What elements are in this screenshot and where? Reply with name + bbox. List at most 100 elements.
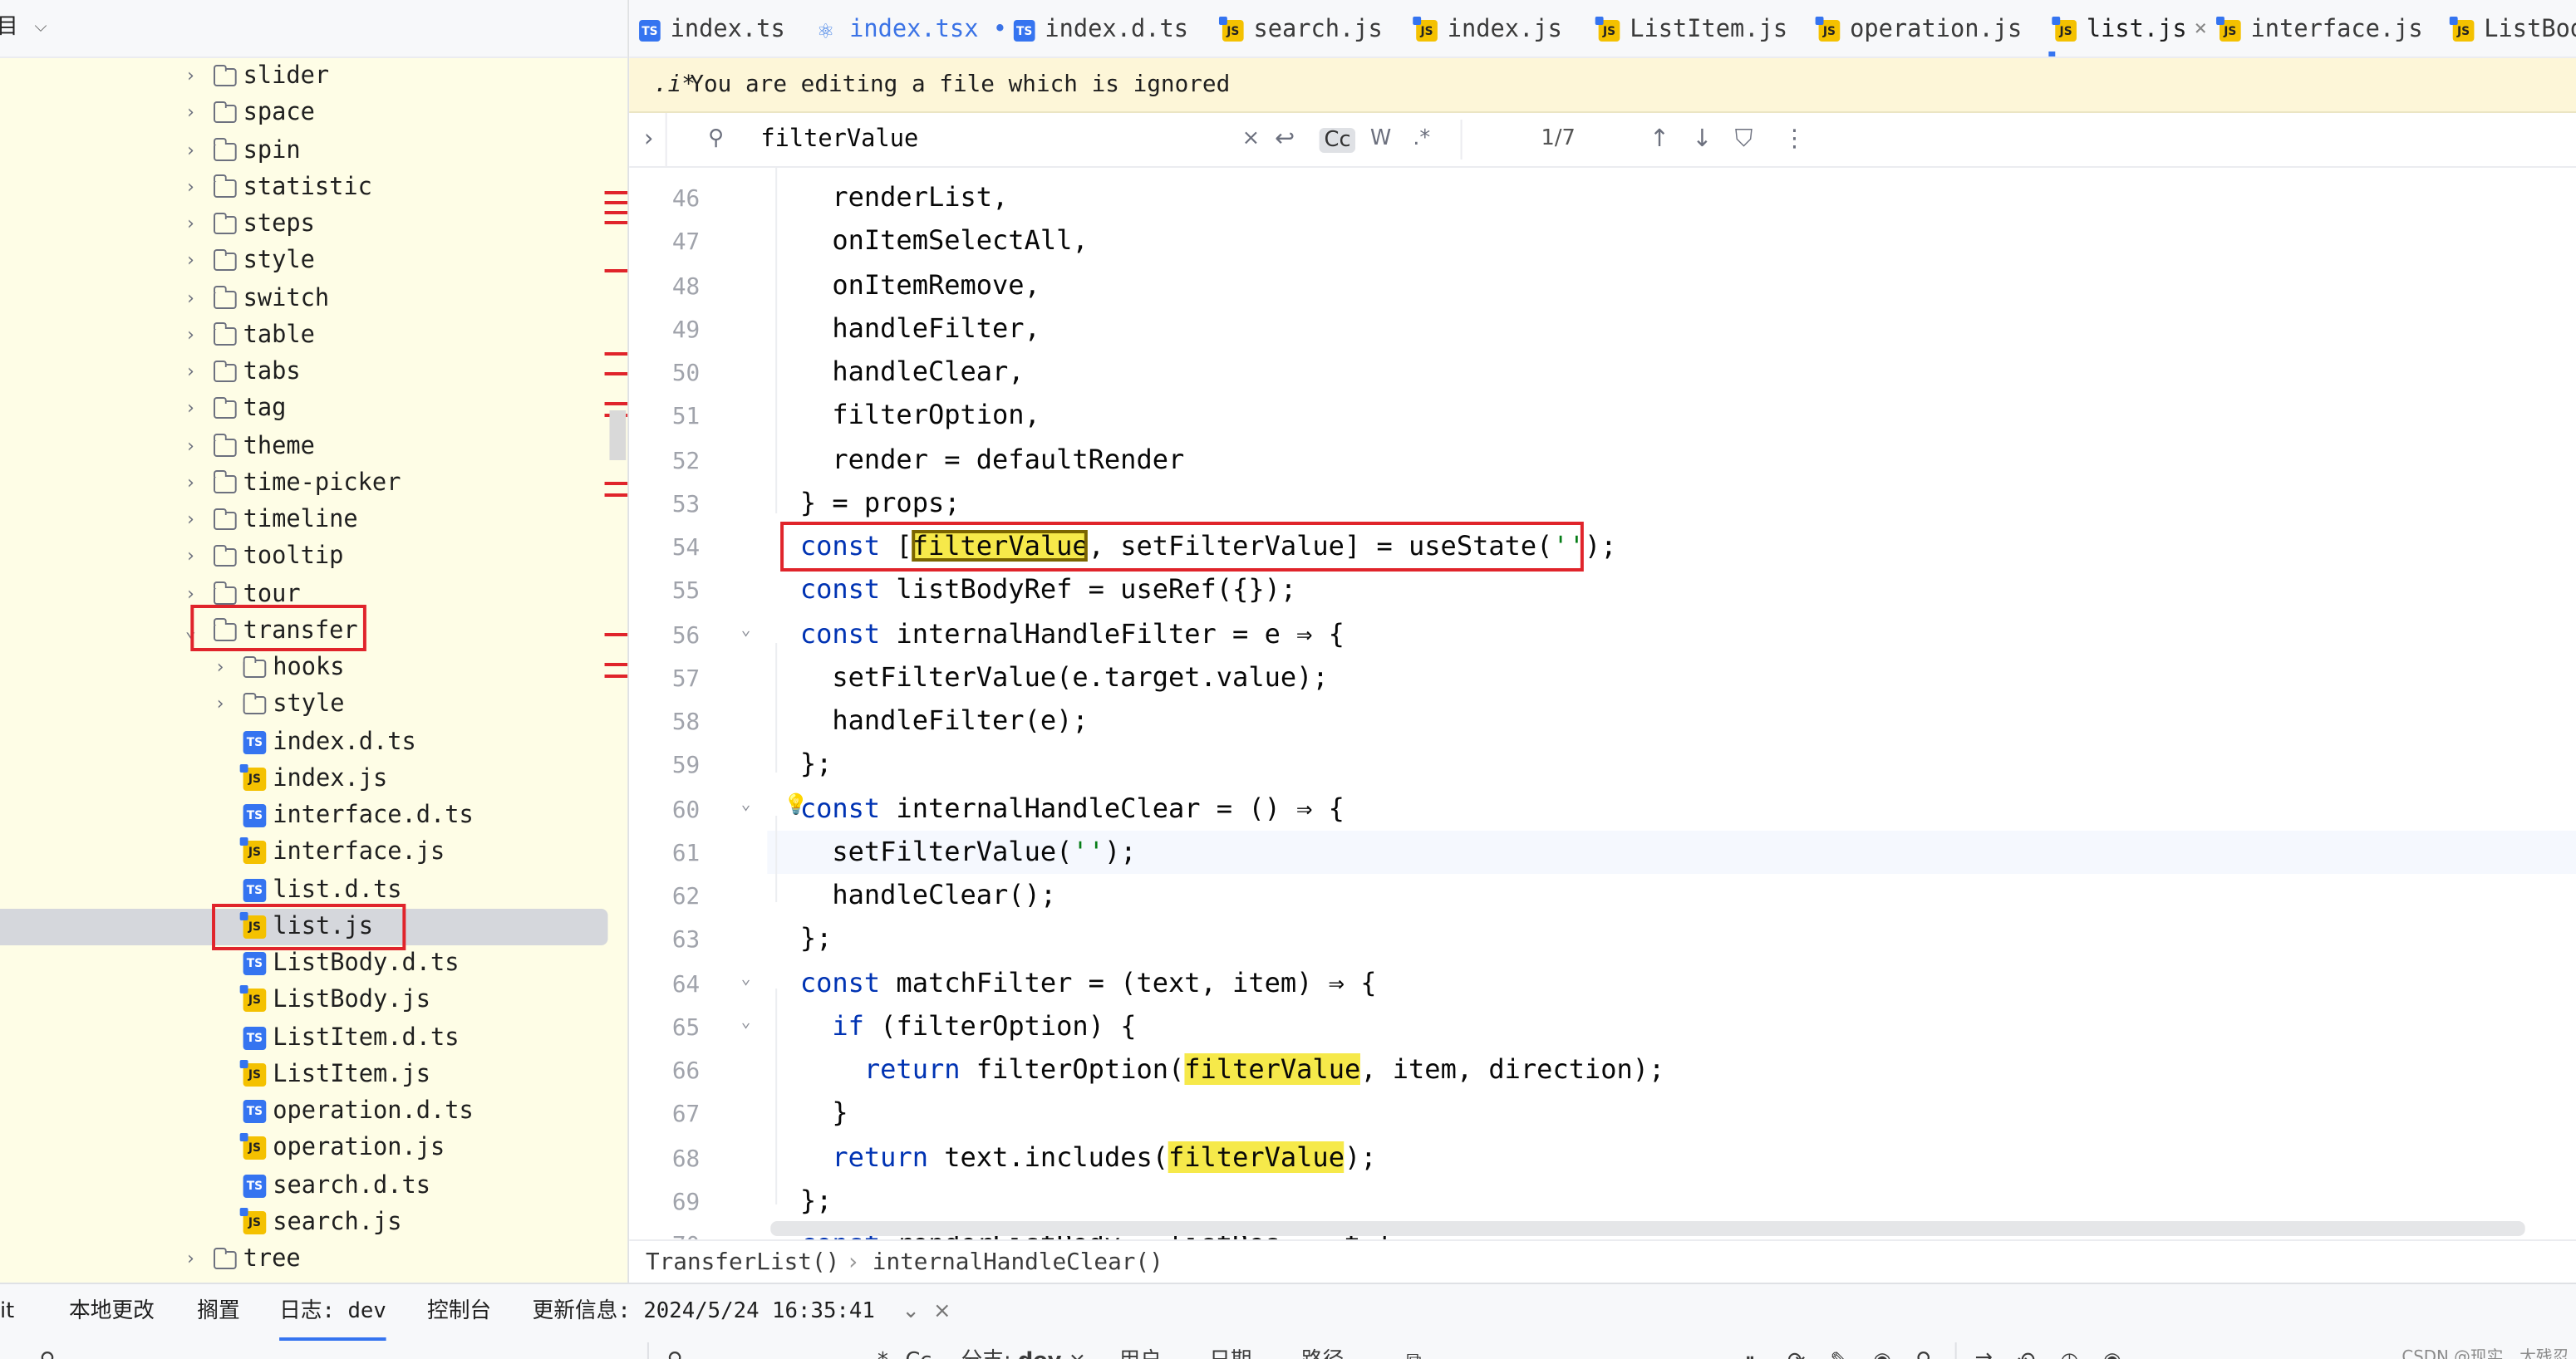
undo-icon[interactable]: ↶	[2018, 1339, 2036, 1359]
regex-toggle[interactable]: .*	[871, 1339, 888, 1359]
tree-item[interactable]: › spin	[0, 132, 608, 169]
arrow-down-icon[interactable]: ↓	[1692, 113, 1712, 166]
tree-item[interactable]: › style	[0, 687, 608, 724]
find-input[interactable]	[760, 123, 1221, 156]
tab-update-info[interactable]: 更新信息: 2024/5/24 16:35:41	[533, 1284, 875, 1341]
tree-item[interactable]: TS interface.d.ts	[0, 797, 608, 834]
tree-item[interactable]: › theme	[0, 428, 608, 464]
arrow-up-icon[interactable]: ↑	[1649, 113, 1669, 166]
chevron-right-icon[interactable]: ›	[180, 539, 200, 576]
chevron-right-icon[interactable]: ›	[180, 280, 200, 316]
regex-toggle[interactable]: .*	[1413, 113, 1430, 166]
tree-item[interactable]: › tabs	[0, 354, 608, 390]
chevron-right-icon[interactable]: ›	[180, 1241, 200, 1278]
tree-item[interactable]: › hooks	[0, 650, 608, 686]
project-panel-header[interactable]: 目 ⌵	[0, 0, 628, 58]
chevron-right-icon[interactable]: ›	[180, 243, 200, 280]
tab-log-dev[interactable]: 日志: dev	[279, 1284, 387, 1341]
chevron-down-icon[interactable]: ⌵	[35, 0, 47, 56]
tree-item[interactable]: TS index.d.ts	[0, 724, 608, 760]
eye-icon[interactable]: ◉	[2103, 1339, 2121, 1359]
tree-item[interactable]: JS ListItem.js	[0, 1057, 608, 1093]
date-filter[interactable]: 日期 ⌄	[1209, 1339, 1276, 1359]
chevron-right-icon[interactable]: ›	[180, 96, 200, 132]
chevron-right-icon[interactable]: ›	[180, 317, 200, 354]
fold-icon[interactable]: ⌄	[741, 621, 751, 639]
path-filter[interactable]: 路径 ⌄	[1301, 1339, 1369, 1359]
tree-item[interactable]: TS list.d.ts	[0, 871, 608, 908]
close-icon[interactable]: ×	[2195, 0, 2207, 56]
tree-item[interactable]: TS search.d.ts	[0, 1167, 608, 1204]
chevron-right-icon[interactable]: ›	[180, 502, 200, 538]
fold-icon[interactable]: ⌄	[741, 795, 751, 813]
tree-item[interactable]: › statistic	[0, 169, 608, 206]
filter-icon[interactable]: ⛉	[1735, 113, 1753, 166]
chevron-right-icon[interactable]: ›	[210, 650, 230, 686]
chevron-right-icon[interactable]: ›	[180, 354, 200, 390]
breadcrumb-item-transferlist[interactable]: TransferList()	[646, 1241, 839, 1284]
more-options-icon[interactable]: ⋮	[1782, 113, 1807, 166]
sidebar-scrollbar[interactable]	[609, 410, 627, 460]
chevron-right-icon[interactable]: ›	[180, 206, 200, 243]
tree-item[interactable]: TS operation.d.ts	[0, 1093, 608, 1130]
search-icon[interactable]: ⚲	[39, 1339, 55, 1359]
tree-item[interactable]: JS index.js	[0, 761, 608, 797]
cherry-pick-icon[interactable]: ✎	[1830, 1339, 1848, 1359]
chevron-right-icon[interactable]: ›	[210, 687, 230, 724]
tab-shelf[interactable]: 搁置	[197, 1284, 239, 1341]
chevron-right-icon[interactable]: ›	[180, 391, 200, 428]
tree-item[interactable]: JS ListBody.js	[0, 983, 608, 1019]
compare-icon[interactable]: ⇄	[1974, 1339, 1993, 1359]
tree-item[interactable]: › table	[0, 317, 608, 354]
fold-icon[interactable]: ⌄	[741, 1013, 751, 1032]
tree-item[interactable]: › tooltip	[0, 539, 608, 576]
tree-item[interactable]: › tag	[0, 391, 608, 428]
eye-icon[interactable]: ◉	[1873, 1339, 1891, 1359]
tab-local-changes[interactable]: 本地更改	[69, 1284, 155, 1341]
match-case-toggle[interactable]: Cc	[905, 1339, 932, 1359]
chevron-right-icon[interactable]: ›	[180, 465, 200, 502]
whole-word-toggle[interactable]: W	[1370, 113, 1391, 166]
new-line-icon[interactable]: ↩	[1275, 113, 1295, 166]
tree-item[interactable]: TS ListBody.d.ts	[0, 945, 608, 982]
chevron-down-icon[interactable]: ⌄	[902, 1284, 920, 1341]
chevron-right-icon[interactable]: ›	[644, 113, 653, 166]
code-area[interactable]: renderList, onItemSelectAll, onItemRemov…	[767, 168, 2576, 1259]
branch-filter[interactable]: 分支: dev ×	[961, 1339, 1087, 1359]
user-filter[interactable]: 用户 ⌄	[1118, 1339, 1186, 1359]
search-icon[interactable]: ⚲	[667, 1339, 683, 1359]
tree-item[interactable]: › slider	[0, 58, 608, 95]
tree-item[interactable]: › style	[0, 243, 608, 280]
tree-item[interactable]: TS ListItem.d.ts	[0, 1019, 608, 1056]
chevron-right-icon[interactable]: ›	[180, 132, 200, 169]
tree-item[interactable]: › steps	[0, 206, 608, 243]
line-number: 58	[671, 709, 701, 736]
fold-icon[interactable]: ⌄	[741, 969, 751, 988]
tree-item[interactable]: JS search.js	[0, 1204, 608, 1241]
refresh-icon[interactable]: ⟳	[1787, 1339, 1806, 1359]
breadcrumb-item-internalhandleclear[interactable]: internalHandleClear()	[873, 1241, 1163, 1284]
match-case-toggle[interactable]: Cc	[1319, 128, 1356, 153]
chevron-right-icon[interactable]: ›	[180, 169, 200, 206]
tab-git[interactable]: it	[0, 1284, 14, 1341]
chevron-right-icon[interactable]: ›	[180, 428, 200, 464]
search-icon[interactable]: ⚲	[1915, 1339, 1931, 1359]
tree-item[interactable]: JS interface.js	[0, 835, 608, 871]
horizontal-scrollbar[interactable]	[770, 1221, 2525, 1236]
new-tab-icon[interactable]: ⧉	[1406, 1339, 1421, 1359]
typescript-file-icon: TS	[243, 1100, 267, 1123]
chevron-right-icon[interactable]: ›	[180, 58, 200, 95]
tree-item[interactable]: › switch	[0, 280, 608, 316]
history-icon[interactable]: ◷	[2060, 1339, 2078, 1359]
tree-item[interactable]: › time-picker	[0, 465, 608, 502]
clear-icon[interactable]: ×	[1242, 113, 1261, 166]
tree-item[interactable]: › tree	[0, 1241, 608, 1278]
tree-item[interactable]: › timeline	[0, 502, 608, 538]
lightbulb-icon[interactable]: 💡	[784, 792, 809, 816]
tree-item[interactable]: › space	[0, 96, 608, 132]
close-icon[interactable]: ×	[933, 1284, 951, 1341]
tree-item[interactable]: JS operation.js	[0, 1131, 608, 1167]
pause-icon[interactable]: ⏸	[1745, 1339, 1756, 1359]
search-icon[interactable]: ⚲	[708, 113, 724, 166]
tab-console[interactable]: 控制台	[427, 1284, 491, 1341]
